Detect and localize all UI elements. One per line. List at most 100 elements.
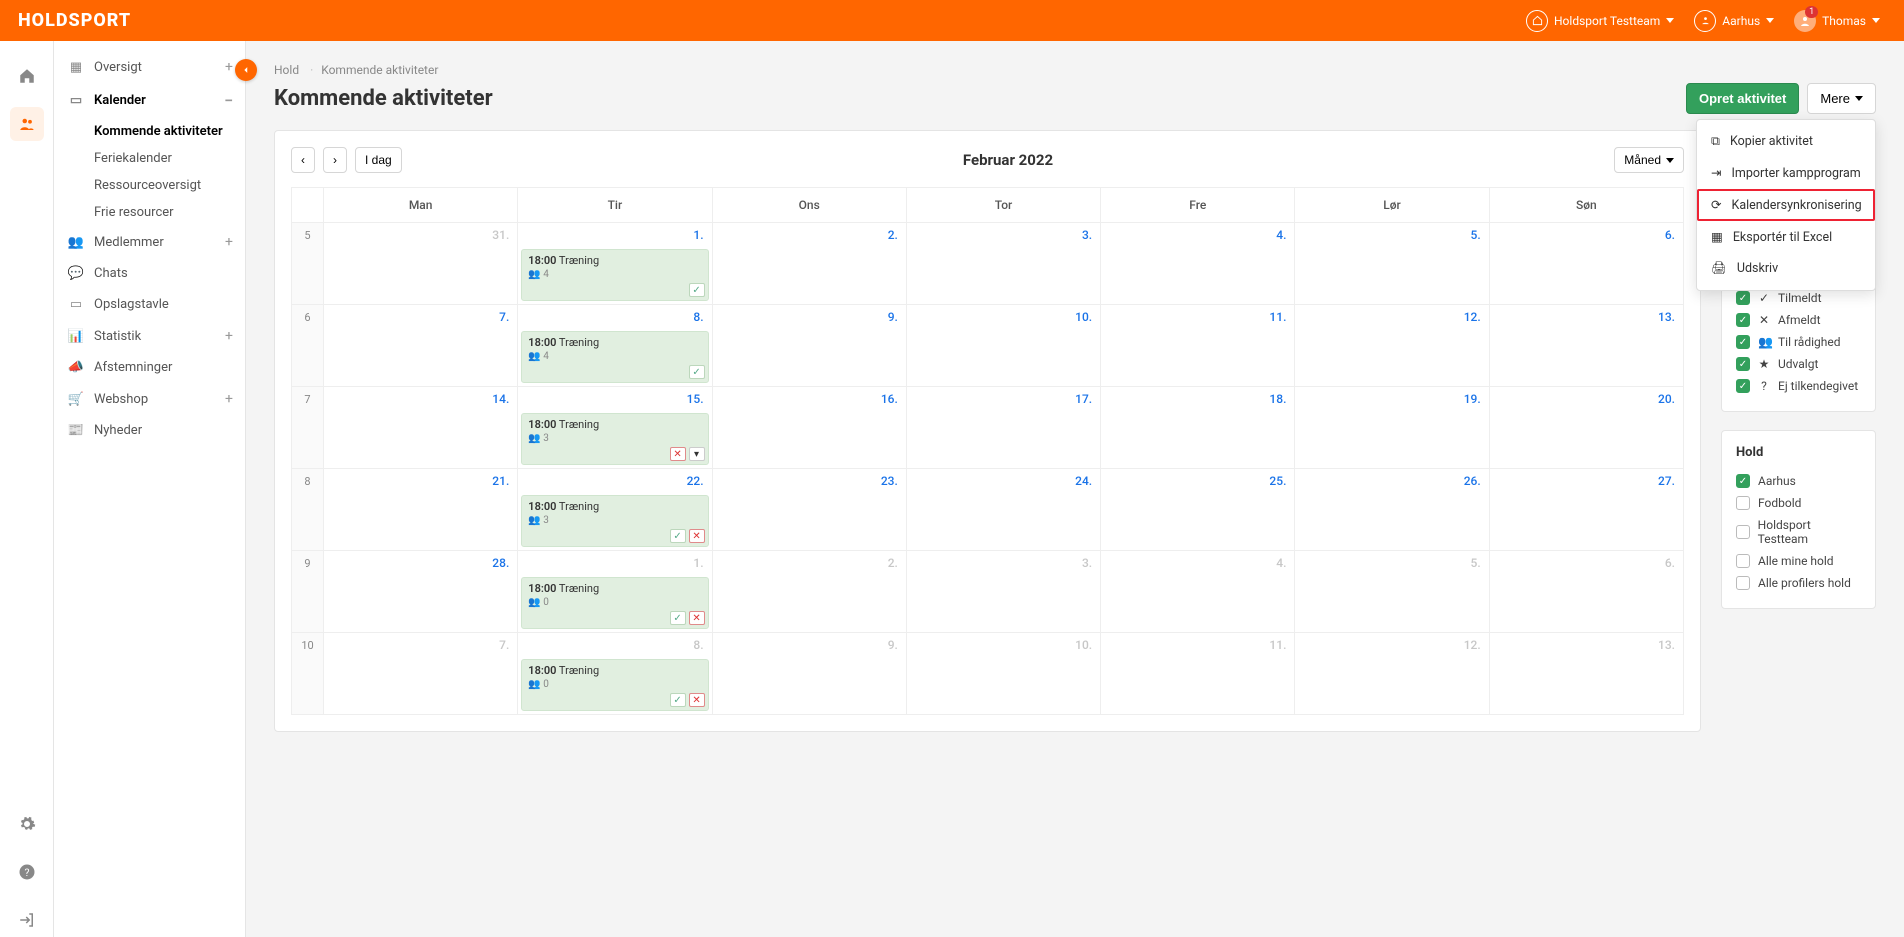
calendar-event[interactable]: 18:00 Træning👥 4✓ xyxy=(521,331,708,383)
sidebar-sub-kommende[interactable]: Kommende aktiviteter xyxy=(54,118,245,145)
calendar-cell[interactable]: 23. xyxy=(712,469,906,551)
cal-view-select[interactable]: Måned xyxy=(1614,147,1684,173)
checkbox[interactable]: ✓ xyxy=(1736,291,1750,305)
cal-today[interactable]: I dag xyxy=(355,147,402,173)
user-menu[interactable]: 1 Thomas xyxy=(1788,6,1886,36)
decline-icon[interactable]: ✕ xyxy=(670,447,686,461)
calendar-cell[interactable]: 3. xyxy=(906,551,1100,633)
sidebar-item-afstemninger[interactable]: 📣 Afstemninger xyxy=(54,352,245,383)
sidebar-sub-frie[interactable]: Frie resourcer xyxy=(54,199,245,226)
calendar-cell[interactable]: 3. xyxy=(906,223,1100,305)
hold-filter-row[interactable]: Holdsport Testteam xyxy=(1736,514,1861,550)
checkbox[interactable] xyxy=(1736,554,1750,568)
sidebar-collapse[interactable] xyxy=(235,59,257,81)
calendar-cell[interactable]: 6. xyxy=(1489,223,1683,305)
checkbox[interactable] xyxy=(1736,496,1750,510)
hold-filter-row[interactable]: Alle mine hold xyxy=(1736,550,1861,572)
calendar-cell[interactable]: 27. xyxy=(1489,469,1683,551)
plus-icon[interactable]: + xyxy=(225,234,233,250)
rail-home[interactable] xyxy=(10,59,44,93)
calendar-event[interactable]: 18:00 Træning👥 0✓✕ xyxy=(521,659,708,711)
calendar-cell[interactable]: 10. xyxy=(906,633,1100,715)
decline-icon[interactable]: ✕ xyxy=(689,529,705,543)
rail-help[interactable]: ? xyxy=(10,855,44,889)
accept-icon[interactable]: ✓ xyxy=(670,611,686,625)
menu-import-program[interactable]: ⇥Importer kampprogram xyxy=(1697,157,1875,189)
sidebar-sub-ressource[interactable]: Ressourceoversigt xyxy=(54,172,245,199)
hold-filter-row[interactable]: ✓Aarhus xyxy=(1736,470,1861,492)
calendar-cell[interactable]: 5. xyxy=(1295,223,1489,305)
sidebar-sub-ferie[interactable]: Feriekalender xyxy=(54,145,245,172)
calendar-cell[interactable]: 17. xyxy=(906,387,1100,469)
checkbox[interactable] xyxy=(1736,525,1750,539)
sidebar-item-statistik[interactable]: 📊 Statistik + xyxy=(54,320,245,352)
calendar-cell[interactable]: 7. xyxy=(324,305,518,387)
calendar-cell[interactable]: 14. xyxy=(324,387,518,469)
breadcrumb-item[interactable]: Kommende aktiviteter xyxy=(302,63,438,77)
accept-icon[interactable]: ✓ xyxy=(689,365,705,379)
calendar-cell[interactable]: 21. xyxy=(324,469,518,551)
more-button[interactable]: Mere xyxy=(1807,83,1876,114)
menu-calendar-sync[interactable]: ⟳Kalendersynkronisering xyxy=(1697,189,1875,221)
plus-icon[interactable]: + xyxy=(225,59,233,75)
calendar-cell[interactable]: 13. xyxy=(1489,633,1683,715)
calendar-cell[interactable]: 12. xyxy=(1295,633,1489,715)
sidebar-item-webshop[interactable]: 🛒 Webshop + xyxy=(54,383,245,415)
status-filter-row[interactable]: ✓★Udvalgt xyxy=(1736,353,1861,375)
calendar-cell[interactable]: 7. xyxy=(324,633,518,715)
sidebar-item-opslagstavle[interactable]: ▭ Opslagstavle xyxy=(54,289,245,320)
calendar-cell[interactable]: 11. xyxy=(1101,633,1295,715)
team-switcher[interactable]: Holdsport Testteam xyxy=(1520,6,1680,36)
decline-icon[interactable]: ✕ xyxy=(689,611,705,625)
sidebar-item-nyheder[interactable]: 📰 Nyheder xyxy=(54,415,245,446)
sidebar-item-oversigt[interactable]: ▦ Oversigt + xyxy=(54,51,245,83)
checkbox[interactable]: ✓ xyxy=(1736,335,1750,349)
plus-icon[interactable]: + xyxy=(225,328,233,344)
hold-filter-row[interactable]: Fodbold xyxy=(1736,492,1861,514)
calendar-cell[interactable]: 6. xyxy=(1489,551,1683,633)
decline-icon[interactable]: ✕ xyxy=(689,693,705,707)
calendar-cell[interactable]: 13. xyxy=(1489,305,1683,387)
brand-logo[interactable]: HOLDSPORT xyxy=(18,10,131,31)
calendar-event[interactable]: 18:00 Træning👥 3✕▾ xyxy=(521,413,708,465)
calendar-cell[interactable]: 26. xyxy=(1295,469,1489,551)
status-filter-row[interactable]: ✓?Ej tilkendegivet xyxy=(1736,375,1861,397)
checkbox[interactable]: ✓ xyxy=(1736,474,1750,488)
calendar-cell[interactable]: 25. xyxy=(1101,469,1295,551)
city-switcher[interactable]: Aarhus xyxy=(1688,6,1780,36)
cal-next[interactable]: › xyxy=(323,147,347,173)
calendar-cell[interactable]: 8.18:00 Træning👥 0✓✕ xyxy=(518,633,712,715)
breadcrumb-item[interactable]: Hold xyxy=(274,63,299,77)
rail-settings[interactable] xyxy=(10,807,44,841)
calendar-cell[interactable]: 24. xyxy=(906,469,1100,551)
menu-print[interactable]: 🖨Udskriv xyxy=(1697,253,1875,284)
calendar-cell[interactable]: 2. xyxy=(712,223,906,305)
rail-team[interactable] xyxy=(10,107,44,141)
calendar-cell[interactable]: 1.18:00 Træning👥 4✓ xyxy=(518,223,712,305)
calendar-cell[interactable]: 4. xyxy=(1101,223,1295,305)
calendar-cell[interactable]: 16. xyxy=(712,387,906,469)
calendar-cell[interactable]: 15.18:00 Træning👥 3✕▾ xyxy=(518,387,712,469)
rail-logout[interactable] xyxy=(10,903,44,937)
more-icon[interactable]: ▾ xyxy=(689,447,705,461)
calendar-cell[interactable]: 20. xyxy=(1489,387,1683,469)
menu-export-excel[interactable]: ▦Eksportér til Excel xyxy=(1697,221,1875,253)
calendar-cell[interactable]: 8.18:00 Træning👥 4✓ xyxy=(518,305,712,387)
cal-prev[interactable]: ‹ xyxy=(291,147,315,173)
calendar-cell[interactable]: 12. xyxy=(1295,305,1489,387)
checkbox[interactable] xyxy=(1736,576,1750,590)
calendar-event[interactable]: 18:00 Træning👥 3✓✕ xyxy=(521,495,708,547)
calendar-cell[interactable]: 9. xyxy=(712,305,906,387)
calendar-cell[interactable]: 11. xyxy=(1101,305,1295,387)
plus-icon[interactable]: + xyxy=(225,391,233,407)
checkbox[interactable]: ✓ xyxy=(1736,357,1750,371)
create-activity-button[interactable]: Opret aktivitet xyxy=(1686,83,1799,114)
minus-icon[interactable]: − xyxy=(224,91,233,110)
status-filter-row[interactable]: ✓✕Afmeldt xyxy=(1736,309,1861,331)
hold-filter-row[interactable]: Alle profilers hold xyxy=(1736,572,1861,594)
calendar-cell[interactable]: 22.18:00 Træning👥 3✓✕ xyxy=(518,469,712,551)
calendar-cell[interactable]: 18. xyxy=(1101,387,1295,469)
checkbox[interactable]: ✓ xyxy=(1736,379,1750,393)
calendar-cell[interactable]: 10. xyxy=(906,305,1100,387)
calendar-cell[interactable]: 2. xyxy=(712,551,906,633)
